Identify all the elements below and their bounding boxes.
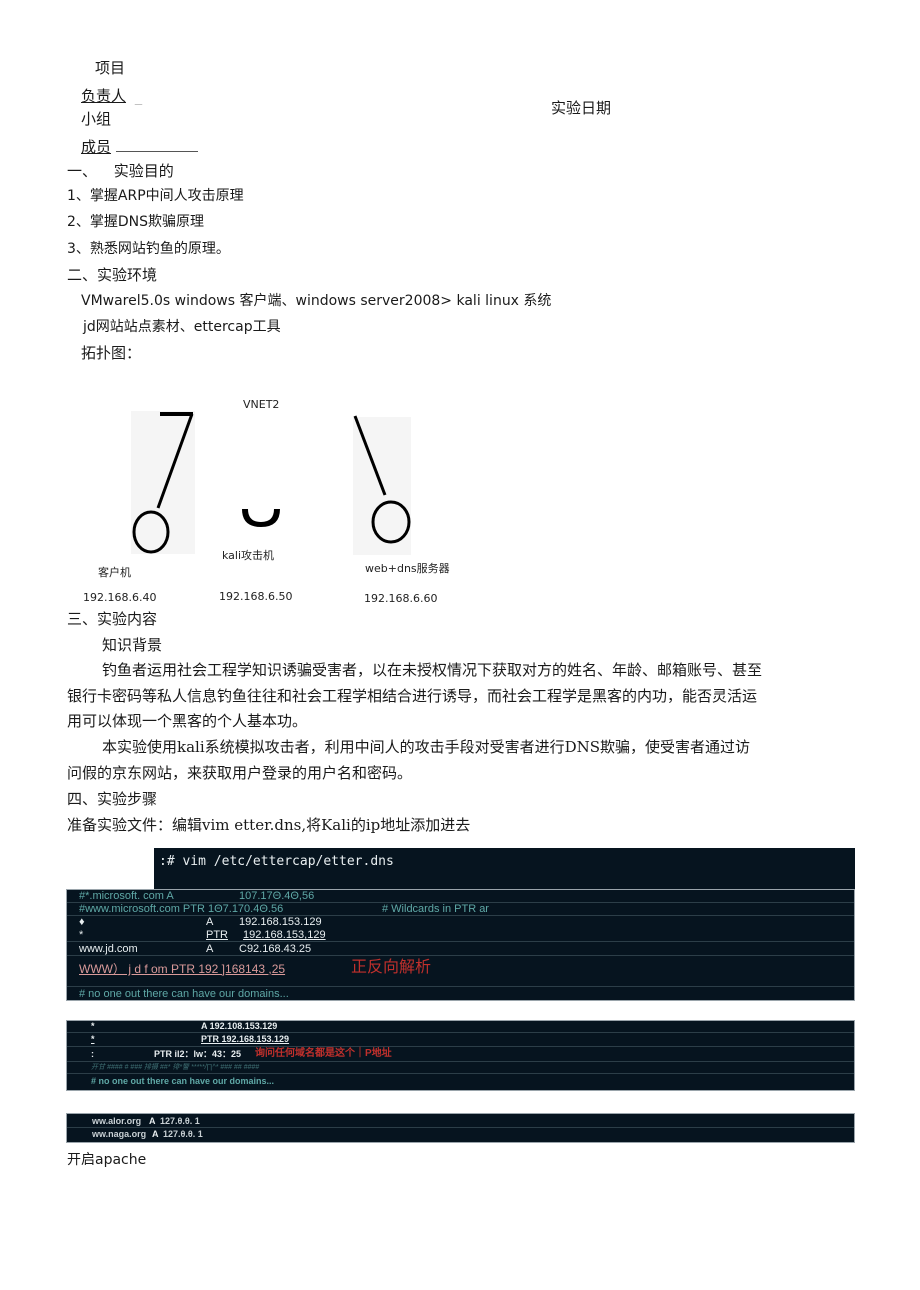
kali-node-ip: 192.168.6.50 (219, 590, 293, 603)
section3-subtitle: 知识背景 (102, 636, 163, 654)
terminal-row: 开甘 #### # ### 排摄 ##* 徘*警 *****/∏^* ### #… (67, 1062, 854, 1074)
terminal-row: ww.alor.org A 127.θ.θ. 1 (67, 1115, 854, 1128)
terminal-comment: # no one out there can have our domains.… (91, 1076, 275, 1086)
ptr-record-line: WWW） j d f om PTR 192 ]168143 ,25 (79, 962, 286, 976)
etter-dns-terminal-1: #*.microsoft. com A 107.17Θ.4Θ,56 #www.m… (66, 889, 855, 1001)
step-prepare-files: 准备实验文件：编辑vim etter.dns,将Kali的ip地址添加进去 (67, 816, 471, 834)
members-blank (115, 137, 198, 152)
server-node-ip: 192.168.6.60 (364, 592, 438, 605)
row-type: A (206, 943, 214, 955)
row-host: www.jd.com (79, 943, 138, 955)
row-type: A (206, 916, 214, 928)
row-host: * (91, 1021, 95, 1031)
row-host: ww.alor.org (92, 1116, 142, 1126)
project-label: 项目 (95, 59, 126, 77)
row-host: #www.microsoft.com PTR 1Θ7.170.4Θ.56 (79, 903, 284, 915)
row-ip: 127.θ.θ. 1 (163, 1129, 203, 1139)
garbled-line: 开甘 #### # ### 排摄 ##* 徘*警 *****/∏^* ### #… (91, 1064, 260, 1071)
experiment-paragraph-line: 本实验使用kali系统模拟攻击者，利用中间人的攻击手段对受害者进行DNS欺骗，使… (102, 738, 751, 756)
row-type: PTR (206, 929, 228, 941)
network-label: VNET2 (243, 398, 280, 411)
materials-line: jd网站站点素材、ettercap工具 (83, 319, 281, 335)
client-node-name: 客户机 (98, 566, 131, 579)
client-node-ip: 192.168.6.40 (83, 591, 157, 604)
row-host: ww.naga.org (92, 1129, 147, 1139)
row-ip: 107.17Θ.4Θ,56 (239, 890, 315, 902)
row-ip: 192.168.153.129 (239, 916, 322, 928)
objective-item: 1、掌握ARP中间人攻击原理 (67, 188, 244, 204)
row-record: PTR 192.168.153.129 (201, 1034, 290, 1044)
row-host: * (79, 929, 84, 941)
terminal-command-bar: :# vim /etc/ettercap/etter.dns (154, 848, 855, 890)
terminal-row: * A 192.108.153.129 (67, 1021, 854, 1033)
group-label: 小组 (81, 110, 112, 128)
client-node-icon (132, 412, 194, 554)
row-record: PTR il2：lw：43：25 (154, 1049, 242, 1059)
server-node-icon (353, 415, 411, 544)
row-ip: 192.168.153,129 (243, 929, 326, 941)
forward-reverse-annotation: 正反向解析 (351, 959, 432, 976)
section4-title: 四、实验步骤 (67, 790, 158, 808)
background-paragraph-line: 钓鱼者运用社会工程学知识诱骗受害者，以在未授权情况下获取对方的姓名、年龄、邮箱账… (102, 661, 763, 679)
section1-heading: 一、 实验目的 (67, 161, 174, 181)
section1-title: 实验目的 (113, 162, 174, 180)
section2-title: 二、实验环境 (67, 266, 158, 284)
row-type: A (149, 1116, 156, 1126)
etter-dns-terminal-2: * A 192.108.153.129 * PTR 192.168.153.12… (66, 1020, 855, 1091)
members-row: 成员 (81, 137, 198, 157)
vim-command: :# vim /etc/ettercap/etter.dns (159, 854, 394, 869)
row-type: A (152, 1129, 159, 1139)
etter-dns-terminal-3: ww.alor.org A 127.θ.θ. 1 ww.naga.org A 1… (66, 1113, 855, 1143)
section3-title: 三、实验内容 (67, 610, 158, 628)
terminal-row: ww.naga.org A 127.θ.θ. 1 (67, 1128, 854, 1142)
terminal-row: ♦ A 192.168.153.129 (67, 916, 854, 929)
row-ip: C92.168.43.25 (239, 943, 312, 955)
terminal-row: # no one out there can have our domains.… (67, 987, 854, 1000)
terminal-row: #www.microsoft.com PTR 1Θ7.170.4Θ.56 # W… (67, 903, 854, 916)
terminal-row: #*.microsoft. com A 107.17Θ.4Θ,56 (67, 890, 854, 903)
section1-number: 一、 (67, 162, 98, 180)
server-node-name: web+dns服务器 (365, 562, 450, 575)
row-ip: 127.θ.θ. 1 (160, 1116, 200, 1126)
terminal-row: WWW） j d f om PTR 192 ]168143 ,25 正反向解析 (67, 956, 854, 987)
row-host: : (91, 1049, 94, 1059)
owner-blank: _ (134, 87, 143, 105)
row-host: * (91, 1034, 95, 1044)
row-record: A 192.108.153.129 (201, 1021, 278, 1031)
terminal-comment: # no one out there can have our domains.… (79, 988, 289, 1000)
owner-label: 负责人 (81, 87, 127, 105)
row-host: ♦ (79, 916, 85, 928)
terminal-row: : PTR il2：lw：43：25 询问任何域名都是这个｜P地址 (67, 1047, 854, 1062)
background-paragraph-line: 银行卡密码等私人信息钓鱼往往和社会工程学相结合进行诱导，而社会工程学是黑客的内功… (67, 687, 758, 705)
experiment-paragraph-line: 问假的京东网站，来获取用户登录的用户名和密码。 (67, 764, 413, 782)
wildcard-annotation: 询问任何域名都是这个｜P地址 (255, 1048, 392, 1059)
kali-node-icon (242, 509, 280, 527)
objective-item: 2、掌握DNS欺骗原理 (67, 214, 205, 230)
terminal-row: www.jd.com A C92.168.43.25 (67, 942, 854, 956)
row-host: #*.microsoft. com A (79, 890, 174, 902)
background-paragraph-line: 用可以体现一个黑客的个人基本功。 (67, 712, 308, 730)
topology-label: 拓扑图： (81, 344, 142, 362)
date-label: 实验日期 (551, 99, 612, 117)
owner-row: 负责人 _ (81, 86, 142, 106)
step-start-apache: 开启apache (67, 1152, 147, 1168)
terminal-row: * PTR 192.168.153.129 (67, 1033, 854, 1047)
members-label: 成员 (81, 138, 112, 156)
objective-item: 3、熟悉网站钓鱼的原理。 (67, 241, 230, 257)
kali-node-name: kali攻击机 (222, 549, 275, 562)
terminal-row: # no one out there can have our domains.… (67, 1074, 854, 1090)
environment-line: VMwarel5.0s windows 客户端、windows server20… (81, 293, 552, 309)
row-comment: # Wildcards in PTR ar (382, 903, 489, 915)
terminal-row: * PTR 192.168.153,129 (67, 929, 854, 942)
